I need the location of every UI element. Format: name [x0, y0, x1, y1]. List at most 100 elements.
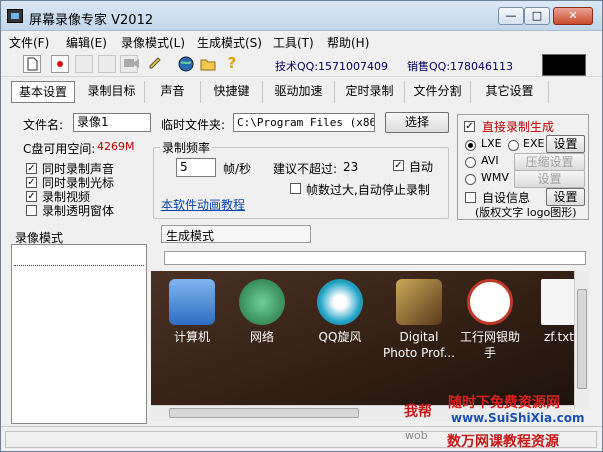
radio-lxe-label: LXE [481, 137, 502, 150]
check-record-video[interactable]: ✓ [26, 191, 37, 202]
tab-other[interactable]: 其它设置 [471, 81, 549, 103]
pen-icon[interactable] [147, 55, 165, 73]
freq-input[interactable]: 5 [176, 158, 216, 177]
app-icon [7, 9, 23, 23]
radio-avi-label: AVI [481, 154, 499, 167]
video-camera-icon [124, 59, 139, 68]
toolbar: ? 技术QQ:1571007409 销售QQ:178046113 [1, 51, 602, 77]
preview-box [542, 54, 586, 76]
direct-record-checkbox[interactable]: ✓ [464, 121, 475, 132]
setup-button[interactable]: 设置 [546, 135, 585, 153]
filename-input[interactable]: 录像1 [73, 113, 151, 132]
text-file-icon [541, 279, 577, 325]
progress-bar [164, 251, 586, 265]
new-file-icon[interactable] [23, 55, 41, 73]
menu-tools[interactable]: 工具(T) [273, 34, 314, 51]
suggest-value: 23 [343, 160, 359, 174]
desktop-icon-network[interactable]: 网络 [227, 279, 297, 345]
desktop-icon-label: 工行网银助手 [459, 330, 520, 360]
tab-basic[interactable]: 基本设置 [11, 81, 75, 103]
desktop-icon-label: zf.txt [544, 330, 574, 344]
watermark-title: 随时下免费资源网 [448, 395, 560, 411]
radio-avi[interactable] [465, 157, 476, 168]
pause-icon[interactable] [75, 55, 93, 73]
radio-exe-label: EXE [523, 137, 545, 150]
photo-icon [396, 279, 442, 325]
bank-icon [467, 279, 513, 325]
app-window: 屏幕录像专家 V2012 — □ ✕ 文件(F) 编辑(E) 录像模式(L) 生… [0, 0, 603, 452]
watermark-url: www.SuiShiXia.com [451, 411, 585, 425]
desktop-icon-qqxf[interactable]: QQ旋风 [305, 279, 375, 345]
menu-record-mode[interactable]: 录像模式(L) [121, 34, 185, 51]
record-mode-pane[interactable] [11, 244, 147, 424]
web-globe-icon [178, 56, 194, 72]
autostop-label: 帧数过大,自动停止录制 [306, 183, 430, 197]
stop-icon[interactable] [98, 55, 116, 73]
help-icon[interactable]: ? [223, 55, 241, 73]
tab-target[interactable]: 录制目标 [79, 81, 145, 103]
freq-group-title: 录制频率 [160, 139, 213, 156]
check-record-transparent[interactable] [26, 205, 37, 216]
browse-button[interactable]: 选择 [385, 112, 449, 133]
auto-label: 自动 [409, 160, 434, 174]
desktop-icon-computer[interactable]: 计算机 [157, 279, 227, 345]
radio-lxe[interactable] [465, 140, 476, 151]
check-record-sound[interactable]: ✓ [26, 163, 37, 174]
tab-sound[interactable]: 声音 [145, 81, 201, 103]
watermark-slogan: 数万网课教程资源 [447, 434, 559, 450]
generate-mode-label: 生成模式 [166, 229, 215, 243]
record-icon[interactable] [51, 55, 69, 73]
horizontal-scroll-thumb[interactable] [169, 408, 359, 418]
tempdir-input[interactable]: C:\Program Files (x86)\ [233, 113, 375, 132]
pane-divider [14, 265, 144, 266]
settings-tabs: 基本设置 录制目标 声音 快捷键 驱动加速 定时录制 文件分割 其它设置 [11, 81, 591, 103]
desktop-preview: 计算机 网络 QQ旋风 Digital Photo Prof... 工行网银助手… [151, 271, 586, 409]
page-icon [27, 57, 38, 71]
radio-wmv[interactable] [465, 174, 476, 185]
tab-hotkeys[interactable]: 快捷键 [201, 81, 263, 103]
folder-icon[interactable] [199, 55, 217, 73]
selfinfo-checkbox[interactable] [465, 192, 476, 203]
autostop-checkbox[interactable] [290, 183, 301, 194]
menu-generate-mode[interactable]: 生成模式(S) [197, 34, 262, 51]
radio-exe[interactable] [508, 140, 519, 151]
tab-driver[interactable]: 驱动加速 [263, 81, 335, 103]
desktop-icon-icbc[interactable]: 工行网银助手 [455, 279, 525, 361]
sales-qq: 销售QQ:178046113 [407, 60, 514, 73]
filename-label: 文件名: [23, 118, 64, 132]
pencil-icon [149, 57, 161, 69]
wmv-setup-button[interactable]: 设置 [514, 170, 585, 188]
direct-record-label: 直接录制生成 [482, 120, 555, 134]
tutorial-link[interactable]: 本软件动画教程 [161, 196, 245, 213]
menu-bar: 文件(F) 编辑(E) 录像模式(L) 生成模式(S) 工具(T) 帮助(H) [1, 32, 602, 51]
globe-icon[interactable] [177, 55, 195, 73]
suggest-label: 建议不超过: [273, 162, 338, 176]
vertical-scroll-thumb[interactable] [577, 289, 587, 389]
radio-wmv-label: WMV [481, 171, 509, 184]
menu-help[interactable]: 帮助(H) [327, 34, 369, 51]
desktop-icon-label: 计算机 [173, 330, 210, 344]
disk-value: 4269M [97, 140, 135, 153]
watermark-text: 我帮 [404, 404, 432, 420]
qq-whirlwind-icon [317, 279, 363, 325]
watermark-site: wob [405, 429, 428, 442]
freq-unit: 帧/秒 [223, 162, 252, 176]
computer-icon [169, 279, 215, 325]
desktop-icon-dpp[interactable]: Digital Photo Prof... [381, 279, 457, 361]
close-button[interactable]: ✕ [553, 7, 593, 25]
vertical-scrollbar[interactable] [574, 271, 589, 409]
minimize-button[interactable]: — [498, 7, 524, 25]
check-record-transparent-label: 录制透明窗体 [42, 204, 115, 218]
check-record-cursor[interactable]: ✓ [26, 177, 37, 188]
auto-checkbox[interactable]: ✓ [393, 160, 404, 171]
generate-mode-tab[interactable]: 生成模式 [161, 225, 311, 243]
menu-edit[interactable]: 编辑(E) [66, 34, 107, 51]
menu-file[interactable]: 文件(F) [9, 34, 49, 51]
tab-timer[interactable]: 定时录制 [335, 81, 405, 103]
maximize-button[interactable]: □ [524, 7, 550, 25]
camera-icon[interactable] [123, 55, 141, 73]
record-dot-icon [57, 61, 63, 67]
title-bar: 屏幕录像专家 V2012 — □ ✕ [1, 1, 602, 31]
compress-settings-button[interactable]: 压缩设置 [514, 153, 585, 171]
tab-split[interactable]: 文件分割 [405, 81, 471, 103]
